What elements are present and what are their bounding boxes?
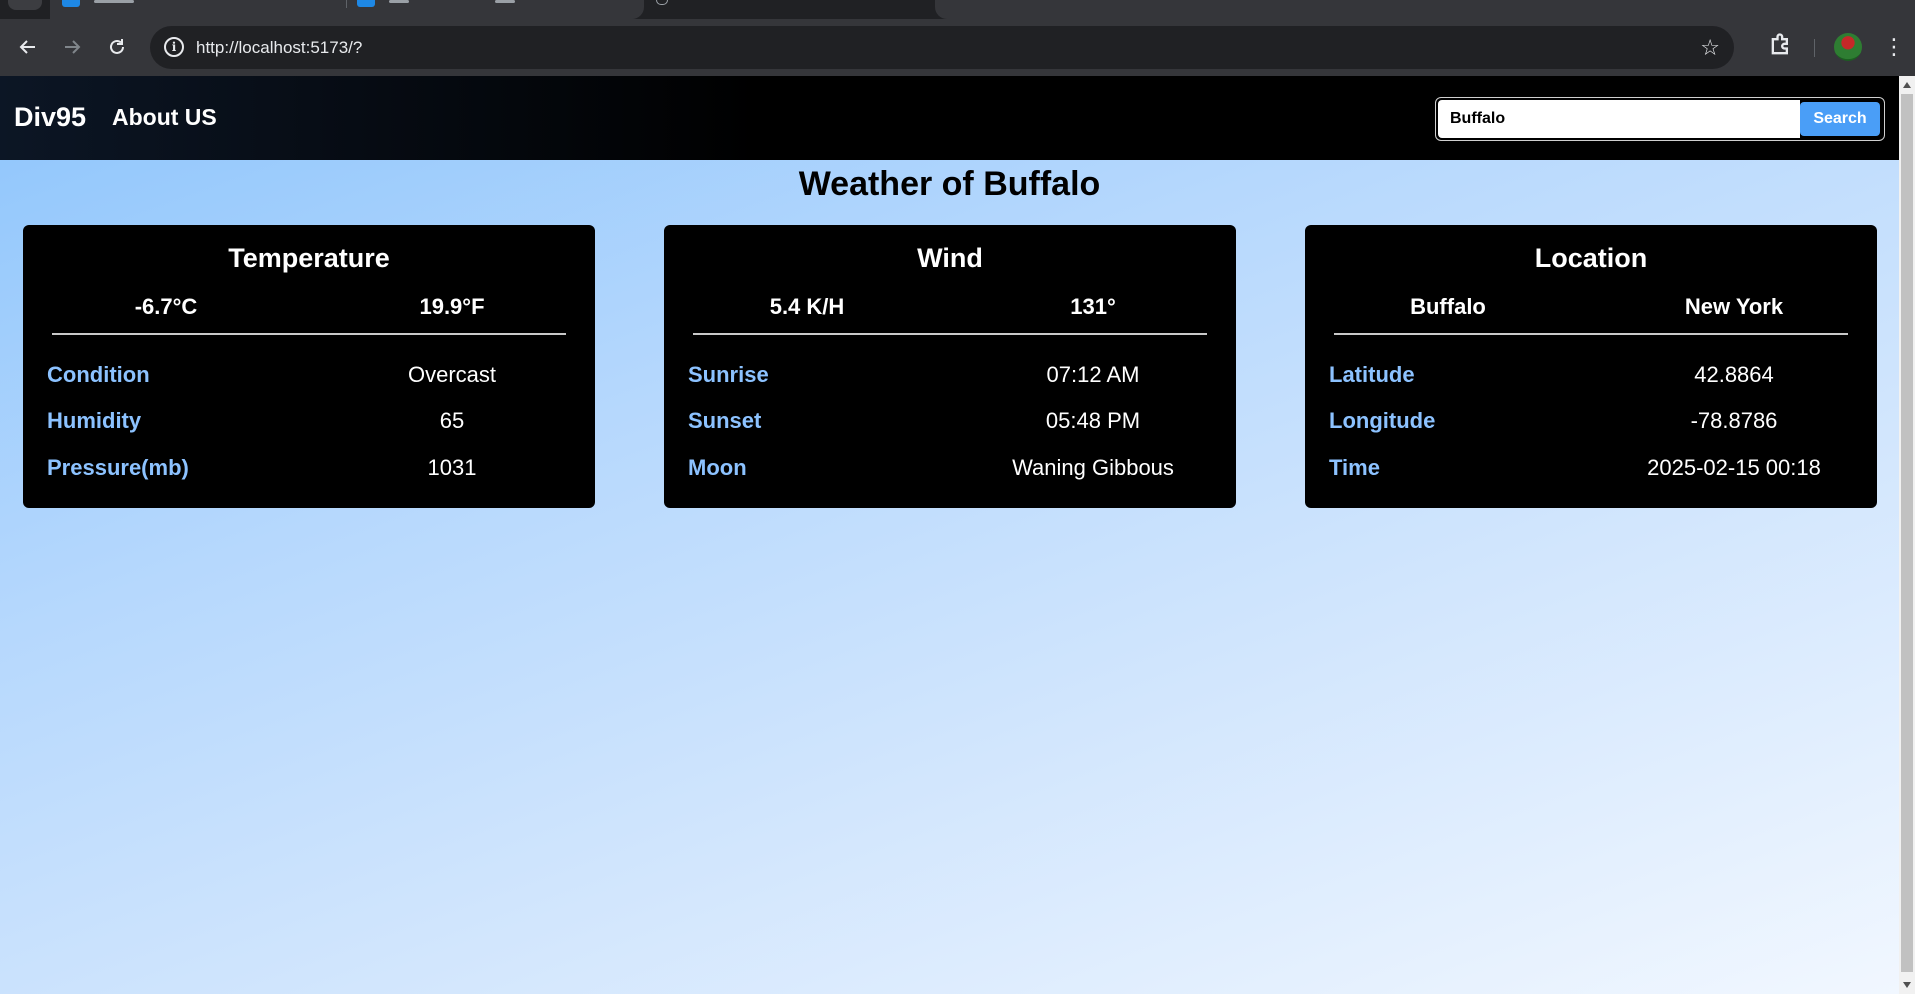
brand-logo[interactable]: Div95 bbox=[14, 102, 86, 133]
pressure-label: Pressure(mb) bbox=[47, 455, 189, 480]
latitude-value: 42.8864 bbox=[1694, 362, 1774, 387]
search-button[interactable]: Search bbox=[1800, 102, 1880, 136]
time-label: Time bbox=[1329, 455, 1380, 480]
globe-icon bbox=[656, 0, 668, 5]
location-card: Location Buffalo New York Latitude 42.88… bbox=[1305, 225, 1877, 508]
sunrise-label: Sunrise bbox=[688, 362, 769, 387]
card-title: Temperature bbox=[228, 243, 390, 273]
longitude-label: Longitude bbox=[1329, 408, 1436, 433]
browser-tab-active[interactable] bbox=[644, 0, 935, 19]
toolbar-separator bbox=[1814, 39, 1815, 57]
url-text[interactable]: http://localhost:5173/? bbox=[196, 38, 362, 58]
bookmark-star-icon[interactable]: ☆ bbox=[1700, 35, 1720, 61]
temperature-celsius: -6.7°C bbox=[134, 294, 198, 319]
arrow-right-icon bbox=[65, 40, 81, 54]
sunset-label: Sunset bbox=[688, 408, 762, 433]
condition-value: Overcast bbox=[407, 362, 497, 387]
reload-icon bbox=[110, 39, 124, 54]
card-title: Wind bbox=[917, 243, 983, 273]
page-scrollbar[interactable] bbox=[1899, 76, 1915, 994]
card-divider bbox=[693, 333, 1207, 335]
wind-direction: 131° bbox=[1070, 294, 1116, 319]
reload-button[interactable] bbox=[101, 31, 133, 63]
extensions-icon[interactable] bbox=[1767, 31, 1795, 61]
forward-button[interactable] bbox=[56, 31, 88, 63]
pressure-value: 1031 bbox=[427, 455, 477, 480]
sunset-value: 05:48 PM bbox=[1045, 408, 1141, 433]
card-divider bbox=[1334, 333, 1848, 335]
tab-search-button[interactable] bbox=[8, 0, 42, 10]
humidity-value: 65 bbox=[439, 408, 465, 433]
sunrise-value: 07:12 AM bbox=[1046, 362, 1140, 387]
moon-label: Moon bbox=[688, 455, 747, 480]
back-button[interactable] bbox=[12, 31, 44, 63]
browser-tab-strip bbox=[0, 0, 1915, 19]
browser-tab[interactable] bbox=[347, 0, 644, 19]
condition-label: Condition bbox=[47, 362, 150, 387]
latitude-label: Latitude bbox=[1329, 362, 1415, 387]
app-navbar: Div95 About US Search bbox=[0, 76, 1899, 160]
time-value: 2025-02-15 00:18 bbox=[1647, 455, 1821, 480]
address-bar[interactable]: i http://localhost:5173/? ☆ bbox=[150, 26, 1734, 69]
browser-tab[interactable] bbox=[935, 0, 1915, 19]
moon-value: Waning Gibbous bbox=[1012, 455, 1174, 480]
puzzle-icon bbox=[1771, 33, 1788, 55]
location-region: New York bbox=[1684, 294, 1784, 319]
tab-favicon-icon bbox=[357, 0, 375, 7]
tab-title bbox=[389, 0, 409, 3]
weather-page: Div95 About US Search Weather of Buffalo… bbox=[0, 76, 1899, 994]
page-title: Weather of Buffalo bbox=[798, 165, 1101, 203]
temperature-fahrenheit: 19.9°F bbox=[419, 294, 485, 319]
humidity-label: Humidity bbox=[47, 408, 142, 433]
tab-favicon-icon bbox=[62, 0, 80, 7]
scroll-down-arrow-icon[interactable] bbox=[1903, 982, 1911, 988]
wind-card: Wind 5.4 K/H 131° Sunrise 07:12 AM Sunse… bbox=[664, 225, 1236, 508]
card-title: Location bbox=[1534, 243, 1648, 273]
wind-speed: 5.4 K/H bbox=[769, 294, 845, 319]
location-city: Buffalo bbox=[1410, 294, 1486, 319]
menu-kebab-icon[interactable]: ⋮ bbox=[1883, 33, 1905, 61]
profile-avatar[interactable] bbox=[1834, 33, 1862, 61]
card-divider bbox=[52, 333, 566, 335]
site-info-icon[interactable]: i bbox=[164, 37, 184, 57]
search-input[interactable] bbox=[1438, 100, 1794, 138]
arrow-left-icon bbox=[19, 40, 35, 54]
search-form: Search bbox=[1435, 97, 1885, 141]
browser-tab[interactable] bbox=[50, 0, 347, 19]
page-viewport: Div95 About US Search Weather of Buffalo… bbox=[0, 76, 1915, 994]
tab-title bbox=[94, 0, 134, 3]
temperature-card: Temperature -6.7°C 19.9°F Condition Over… bbox=[23, 225, 595, 508]
scroll-up-arrow-icon[interactable] bbox=[1903, 82, 1911, 88]
browser-toolbar: i http://localhost:5173/? ☆ ⋮ bbox=[0, 19, 1915, 76]
scrollbar-thumb[interactable] bbox=[1901, 94, 1913, 972]
tab-title bbox=[495, 0, 515, 3]
about-us-link[interactable]: About US bbox=[112, 104, 217, 131]
longitude-value: -78.8786 bbox=[1690, 408, 1778, 433]
